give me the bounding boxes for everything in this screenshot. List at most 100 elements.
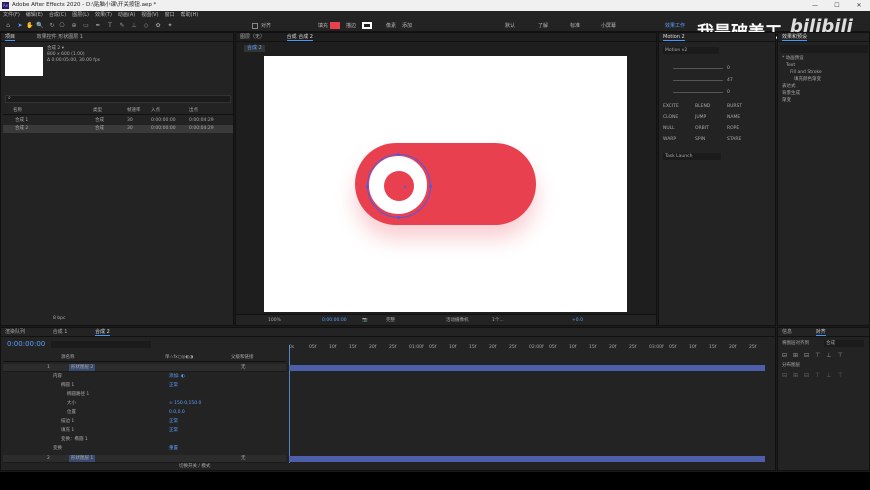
stroke-color-swatch[interactable] [362, 22, 372, 29]
motion-button-warp[interactable]: WARP [663, 136, 676, 143]
column-type[interactable]: 类型 [93, 107, 102, 114]
distribute-buttons[interactable]: ⊟⊞⊟⊤⊥⊤ [782, 372, 849, 379]
rectangle-tool-icon[interactable]: ▭ [82, 22, 90, 30]
motion-button-spin[interactable]: SPIN [695, 136, 705, 143]
property-label[interactable]: 变换：椭圆 1 [61, 436, 88, 443]
timeline-timecode[interactable]: 0:00:00:00 [7, 340, 45, 348]
tab-effect-controls[interactable]: 效果控件 形状图层 1 [37, 34, 83, 40]
effects-tree-item[interactable]: 渐变 [782, 97, 791, 104]
anchor-point-icon[interactable]: ⌖ [403, 183, 407, 192]
maximize-button[interactable]: ☐ [826, 0, 848, 11]
property-label[interactable]: 椭圆 1 [61, 382, 74, 389]
column-source-name[interactable]: 源名称 [61, 354, 75, 361]
toggle-switches-modes[interactable]: 切换开关 / 模式 [179, 463, 210, 470]
column-in[interactable]: 入点 [151, 107, 160, 114]
roto-tool-icon[interactable]: ✿ [154, 22, 162, 30]
tab-effects-presets[interactable]: 效果和预设 [782, 34, 808, 41]
property-value[interactable]: 正常 [169, 418, 178, 425]
property-value[interactable]: 0.0,0.0 [169, 409, 185, 416]
resolution-dropdown[interactable]: 完整 [386, 317, 395, 324]
column-name[interactable]: 名称 [13, 107, 22, 114]
motion-button-rope[interactable]: ROPE [727, 125, 739, 132]
layer-parent[interactable]: 无 [241, 364, 246, 371]
align-to-dropdown[interactable]: 合成 [824, 340, 864, 347]
text-tool-icon[interactable]: T [106, 22, 114, 30]
motion-button-name[interactable]: NAME [727, 114, 740, 121]
workspace-default[interactable]: 默认 [505, 22, 515, 29]
effects-search-input[interactable] [780, 45, 868, 53]
column-parent[interactable]: 父级和链接 [231, 354, 254, 361]
menu-item-7[interactable]: 窗口 [165, 12, 175, 18]
effects-tree-item[interactable]: Fill and Stroke [790, 69, 822, 76]
puppet-tool-icon[interactable]: ✦ [166, 22, 174, 30]
time-ruler[interactable]: 0s 05f 10f 15f 20f 25f 01:00f 05f 10f 15f 20f 25f 02… [289, 342, 769, 354]
property-value[interactable]: 正常 [169, 382, 178, 389]
effects-tree-item[interactable]: * 动画预设 [782, 55, 804, 62]
property-label[interactable]: 大小 [67, 400, 76, 407]
viewer-timecode[interactable]: 0:00:00:00 [322, 317, 347, 324]
workspace-standard[interactable]: 标准 [570, 22, 580, 29]
project-list-item[interactable]: 合成 1 合成 30 0:00:00:00 0:00:04:29 [3, 117, 233, 125]
hand-tool-icon[interactable]: ✋ [26, 22, 34, 30]
brush-tool-icon[interactable]: ✎ [118, 22, 126, 30]
pan-tool-icon[interactable]: ⊕ [70, 22, 78, 30]
layer-row[interactable]: 1 形状图层 2 无 [3, 364, 286, 372]
property-label[interactable]: 填充 1 [61, 427, 74, 434]
column-out[interactable]: 出点 [189, 107, 198, 114]
ellipse-path-selection[interactable] [367, 154, 431, 218]
motion-version-dropdown[interactable]: Motion v2 [663, 47, 719, 54]
motion-button-burst[interactable]: BURST [727, 103, 742, 110]
tab-comp[interactable]: 合成 合成 2 [286, 34, 313, 41]
timeline-search-input[interactable] [51, 341, 151, 348]
property-label[interactable]: 位置 [67, 409, 76, 416]
property-value[interactable]: ∞ 150.0,150.0 [169, 400, 201, 407]
path-vertex-top[interactable] [397, 153, 400, 156]
property-value[interactable]: 正常 [169, 427, 178, 434]
project-search-input[interactable]: ⌕ [5, 95, 231, 103]
pen-tool-icon[interactable]: ✒ [94, 22, 102, 30]
motion-button-clone[interactable]: CLONE [663, 114, 678, 121]
effects-tree-item[interactable]: 表达式 [782, 83, 796, 90]
property-label[interactable]: 内容 [53, 373, 62, 380]
workspace-small-screen[interactable]: 小屏幕 [601, 22, 616, 29]
workspace-learn[interactable]: 了解 [538, 22, 548, 29]
menu-item-1[interactable]: 编辑(E) [26, 12, 43, 18]
menu-item-4[interactable]: 效果(T) [95, 12, 112, 18]
tab-comp-1[interactable]: 合成 1 [53, 329, 68, 335]
project-list-item[interactable]: 合成 2 合成 30 0:00:00:00 0:00:04:29 [3, 125, 233, 133]
column-fps[interactable]: 帧速率 [127, 107, 141, 114]
exposure-value[interactable]: +0.0 [572, 317, 583, 324]
path-vertex-right[interactable] [429, 185, 432, 188]
menu-item-2[interactable]: 合成(C) [49, 12, 66, 18]
selection-tool-icon[interactable]: ➤ [16, 22, 24, 30]
layer-parent[interactable]: 无 [241, 455, 246, 462]
playhead[interactable] [289, 345, 290, 463]
motion-slider-2[interactable] [673, 80, 723, 81]
tab-info[interactable]: 信息 [782, 329, 792, 335]
property-value[interactable]: 添加: ◐ [169, 373, 185, 380]
motion-button-stare[interactable]: STARE [727, 136, 741, 143]
menu-item-8[interactable]: 帮助(H) [181, 12, 199, 18]
motion-button-blend[interactable]: BLEND [695, 103, 710, 110]
motion-button-orbit[interactable]: ORBIT [695, 125, 709, 132]
property-value[interactable]: 重置 [169, 445, 178, 452]
eraser-tool-icon[interactable]: ◇ [142, 22, 150, 30]
motion-button-excite[interactable]: EXCITE [663, 103, 679, 110]
motion-value-2[interactable]: 47 [727, 77, 733, 84]
tab-render-queue[interactable]: 渲染队列 [5, 329, 25, 335]
layer-name[interactable]: 形状图层 2 [69, 364, 96, 371]
home-icon[interactable]: ⌂ [4, 22, 12, 30]
motion-button-jump[interactable]: JUMP [695, 114, 706, 121]
bpc-label[interactable]: 8 bpc [53, 315, 65, 322]
property-label[interactable]: 椭圆路径 1 [67, 391, 89, 398]
path-vertex-bottom[interactable] [397, 216, 400, 219]
menu-item-0[interactable]: 文件(F) [3, 12, 20, 18]
effects-tree-item[interactable]: 填充颜色渐变 [794, 76, 821, 83]
zoom-dropdown[interactable]: 100% [268, 317, 281, 324]
effects-tree-item[interactable]: Text [786, 62, 795, 69]
align-buttons[interactable]: ⊟⊞⊟⊤⊥⊤ [782, 352, 849, 359]
path-vertex-left[interactable] [366, 185, 369, 188]
task-launch-dropdown[interactable]: Task Launch [663, 153, 721, 160]
property-label[interactable]: 变换 [53, 445, 62, 452]
motion-slider-1[interactable] [673, 68, 723, 69]
